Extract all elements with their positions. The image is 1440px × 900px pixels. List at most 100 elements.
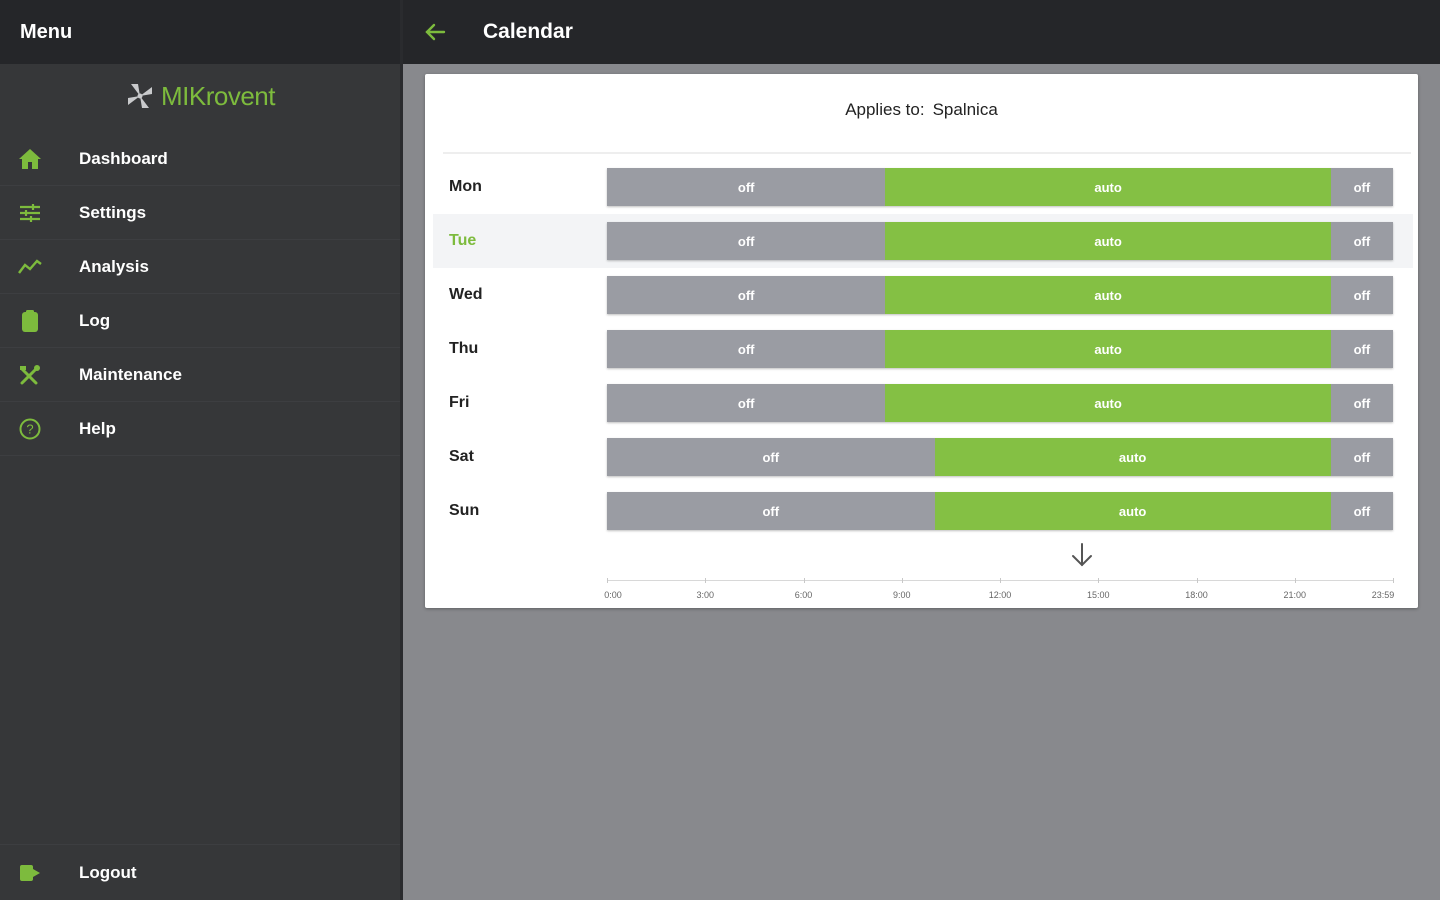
axis-tick-label: 12:00	[988, 590, 1012, 600]
schedule-segment-auto[interactable]: auto	[885, 168, 1331, 206]
sidebar-header: Menu	[0, 0, 400, 64]
axis-tick	[1196, 578, 1198, 583]
schedule-segment-auto[interactable]: auto	[885, 222, 1331, 260]
schedule-segment-off[interactable]: off	[1330, 384, 1393, 422]
schedule-segment-off[interactable]: off	[607, 330, 886, 368]
time-axis: 0:00 3:00 6:00 9:00 12:00 15:00 18:00 21:00 23:5…	[604, 578, 1395, 602]
axis-tick	[1098, 578, 1100, 583]
sidebar-item-label: Log	[79, 310, 111, 330]
sidebar-divider	[400, 0, 403, 900]
axis-tick	[803, 578, 805, 583]
schedule-bar[interactable]: off auto off	[607, 222, 1393, 260]
tools-icon	[15, 360, 45, 390]
logout-icon	[15, 858, 45, 888]
arrow-left-icon	[425, 23, 446, 41]
help-icon: ?	[15, 414, 45, 444]
schedule-segment-off[interactable]: off	[607, 438, 935, 476]
schedule-segment-auto[interactable]: auto	[885, 276, 1331, 314]
axis-tick-label: 21:00	[1283, 590, 1307, 600]
sidebar-item-settings[interactable]: Settings	[0, 186, 400, 240]
sidebar-item-analysis[interactable]: Analysis	[0, 240, 400, 294]
day-label: Sat	[449, 448, 474, 465]
sidebar-item-label: Settings	[79, 202, 147, 222]
schedule-segment-off[interactable]: off	[607, 222, 886, 260]
applies-to-value[interactable]: Spalnica	[933, 100, 998, 119]
sidebar: Menu MIKrovent Dashboard Settings Analys…	[0, 0, 400, 900]
day-row-thu[interactable]: Thu off auto off	[433, 322, 1413, 376]
day-row-sat[interactable]: Sat off auto off	[433, 430, 1413, 484]
schedule-segment-off[interactable]: off	[1330, 222, 1393, 260]
arrow-down-icon[interactable]	[1067, 540, 1097, 570]
schedule-segment-off[interactable]: off	[1330, 330, 1393, 368]
schedule-segment-off[interactable]: off	[607, 384, 886, 422]
top-bar: Calendar	[403, 0, 1440, 64]
axis-tick-label: 15:00	[1086, 590, 1110, 600]
day-row-tue[interactable]: Tue off auto off	[433, 214, 1413, 268]
sidebar-item-label: Maintenance	[79, 364, 182, 384]
schedule-segment-off[interactable]: off	[1330, 438, 1393, 476]
schedule-segment-auto[interactable]: auto	[934, 438, 1331, 476]
home-icon	[15, 144, 45, 174]
brand-logo: MIKrovent	[0, 66, 400, 126]
logout-button[interactable]: Logout	[0, 844, 400, 900]
sidebar-item-help[interactable]: ? Help	[0, 402, 400, 456]
calendar-card: Applies to: Spalnica Mon off auto off Tue off a…	[425, 74, 1418, 608]
axis-tick-label: 0:00	[604, 590, 622, 600]
axis-tick	[1294, 578, 1296, 583]
sidebar-item-label: Help	[79, 418, 116, 438]
schedule-bar[interactable]: off auto off	[607, 168, 1393, 206]
fan-logo-icon	[128, 84, 152, 108]
axis-tick-label: 18:00	[1185, 590, 1208, 600]
axis-tick-label: 23:59	[1371, 590, 1395, 600]
page-title: Calendar	[483, 20, 573, 43]
schedule-bar[interactable]: off auto off	[607, 492, 1393, 530]
axis-tick	[607, 578, 608, 583]
back-button[interactable]	[415, 12, 455, 52]
day-row-sun[interactable]: Sun off auto off	[433, 484, 1413, 538]
day-row-wed[interactable]: Wed off auto off	[433, 268, 1413, 322]
clipboard-icon	[15, 306, 45, 336]
day-label: Fri	[449, 394, 470, 411]
day-label: Tue	[449, 232, 477, 249]
day-label: Thu	[449, 340, 479, 357]
axis-tick	[901, 578, 903, 583]
trend-icon	[15, 252, 45, 282]
schedule-segment-auto[interactable]: auto	[934, 492, 1331, 530]
schedule-bar[interactable]: off auto off	[607, 438, 1393, 476]
logo-text: MIKrovent	[161, 80, 276, 111]
schedule-bar[interactable]: off auto off	[607, 330, 1393, 368]
day-label: Sun	[449, 502, 480, 519]
axis-tick-label: 9:00	[892, 590, 911, 600]
card-divider	[443, 152, 1411, 154]
sidebar-item-maintenance[interactable]: Maintenance	[0, 348, 400, 402]
sidebar-nav: Dashboard Settings Analysis Log Maintena…	[0, 132, 400, 456]
schedule-segment-off[interactable]: off	[607, 168, 886, 206]
schedule-segment-off[interactable]: off	[1330, 276, 1393, 314]
axis-tick	[705, 578, 707, 583]
schedule-bar[interactable]: off auto off	[607, 384, 1393, 422]
day-label: Mon	[449, 178, 482, 195]
sliders-icon	[15, 198, 45, 228]
axis-tick-label: 6:00	[794, 590, 813, 600]
schedule-segment-off[interactable]: off	[1330, 492, 1393, 530]
menu-title: Menu	[20, 20, 73, 43]
schedule-segment-off[interactable]: off	[1330, 168, 1393, 206]
day-label: Wed	[449, 286, 483, 303]
schedule-bar[interactable]: off auto off	[607, 276, 1393, 314]
sidebar-item-label: Dashboard	[79, 148, 168, 168]
day-row-fri[interactable]: Fri off auto off	[433, 376, 1413, 430]
logout-label: Logout	[79, 862, 137, 882]
schedule-segment-off[interactable]: off	[607, 276, 886, 314]
axis-tick	[1000, 578, 1001, 583]
schedule-segment-auto[interactable]: auto	[885, 384, 1331, 422]
axis-tick-label: 3:00	[696, 590, 715, 600]
applies-to: Applies to: Spalnica	[425, 100, 1418, 120]
axis-tick	[1393, 578, 1394, 583]
day-row-mon[interactable]: Mon off auto off	[433, 160, 1413, 214]
schedule-segment-auto[interactable]: auto	[885, 330, 1331, 368]
schedule-segment-off[interactable]: off	[607, 492, 935, 530]
sidebar-item-log[interactable]: Log	[0, 294, 400, 348]
sidebar-item-dashboard[interactable]: Dashboard	[0, 132, 400, 186]
svg-text:?: ?	[26, 421, 33, 436]
sidebar-item-label: Analysis	[79, 256, 149, 276]
